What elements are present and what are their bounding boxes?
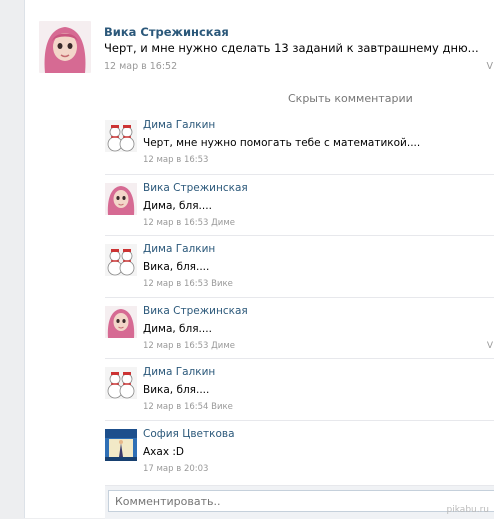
comment-author-link[interactable]: Дима Галкин	[143, 366, 215, 378]
comment-meta: 12 мар в 16:53 Диме	[143, 341, 235, 351]
comment-text: Вика, бля....	[143, 261, 210, 273]
comment-text: Вика, бля....	[143, 384, 210, 396]
post-author-link[interactable]: Вика Стрежинская	[104, 25, 229, 39]
comment-date[interactable]: 12 мар в 16:53	[143, 279, 208, 289]
comment-meta: 12 мар в 16:53 Вике	[143, 279, 233, 289]
wall-page: Вика Стрежинская Черт, и мне нужно сдела…	[24, 0, 494, 519]
snowman-avatar[interactable]	[105, 244, 137, 276]
comment-addressee[interactable]: Вике	[211, 279, 233, 289]
comment-meta: 12 мар в 16:53	[143, 155, 208, 165]
comment-item: Вика Стрежинская Дима, бля.... 12 мар в 16…	[105, 173, 494, 235]
comment-addressee[interactable]: Диме	[211, 341, 235, 351]
girl-avatar[interactable]	[105, 182, 137, 215]
comment-item: Дима Галкин Черт, мне нужно помогать тебе…	[105, 112, 494, 173]
comment-meta: 12 мар в 16:53 Диме	[143, 218, 235, 228]
comment-date[interactable]: 17 мар в 20:03	[143, 464, 208, 474]
post-date[interactable]: 12 мар в 16:52	[104, 61, 177, 72]
comment-text: Ахах :D	[143, 445, 185, 458]
comment-author-link[interactable]: Дима Галкин	[143, 243, 215, 255]
comment-reply-mark: V	[486, 340, 493, 351]
comment-item: Дима Галкин Вика, бля.... 12 мар в 16:54 В…	[105, 358, 494, 419]
hide-comments-link[interactable]: Скрыть комментарии	[288, 92, 413, 105]
comment-item: София Цветкова Ахах :D 17 мар в 20:03	[105, 419, 494, 481]
girl-avatar[interactable]	[105, 305, 137, 338]
comment-date[interactable]: 12 мар в 16:53	[143, 155, 208, 165]
comment-text: Черт, мне нужно помогать тебе с математи…	[143, 137, 421, 149]
comment-author-link[interactable]: Вика Стрежинская	[143, 182, 248, 194]
comment-date[interactable]: 12 мар в 16:53	[143, 341, 208, 351]
comment-author-link[interactable]: Дима Галкин	[143, 119, 215, 131]
snowman-avatar[interactable]	[105, 120, 137, 152]
author-avatar[interactable]	[39, 21, 91, 73]
comment-addressee[interactable]: Вике	[211, 402, 233, 412]
comment-text: Дима, бля....	[143, 199, 212, 212]
sofia-avatar[interactable]	[105, 428, 137, 461]
post-text: Черт, и мне нужно сделать 13 заданий к з…	[104, 41, 479, 55]
snowman-avatar[interactable]	[105, 367, 137, 399]
post-reply-mark: V	[486, 61, 494, 72]
comment-author-link[interactable]: София Цветкова	[143, 428, 235, 440]
comment-input[interactable]	[108, 490, 494, 512]
comment-author-link[interactable]: Вика Стрежинская	[143, 305, 248, 317]
comment-text: Дима, бля....	[143, 322, 212, 335]
comment-date[interactable]: 12 мар в 16:54	[143, 402, 208, 412]
comment-item: Дима Галкин Вика, бля.... 12 мар в 16:53 В…	[105, 235, 494, 296]
comment-meta: 17 мар в 20:03	[143, 464, 208, 474]
comment-meta: 12 мар в 16:54 Вике	[143, 402, 233, 412]
comment-addressee[interactable]: Диме	[211, 218, 235, 228]
comment-composer	[105, 485, 494, 519]
watermark: pikabu.ru	[446, 505, 489, 515]
comment-item: Вика Стрежинская Дима, бля.... 12 мар в 16…	[105, 296, 494, 358]
comment-date[interactable]: 12 мар в 16:53	[143, 218, 208, 228]
